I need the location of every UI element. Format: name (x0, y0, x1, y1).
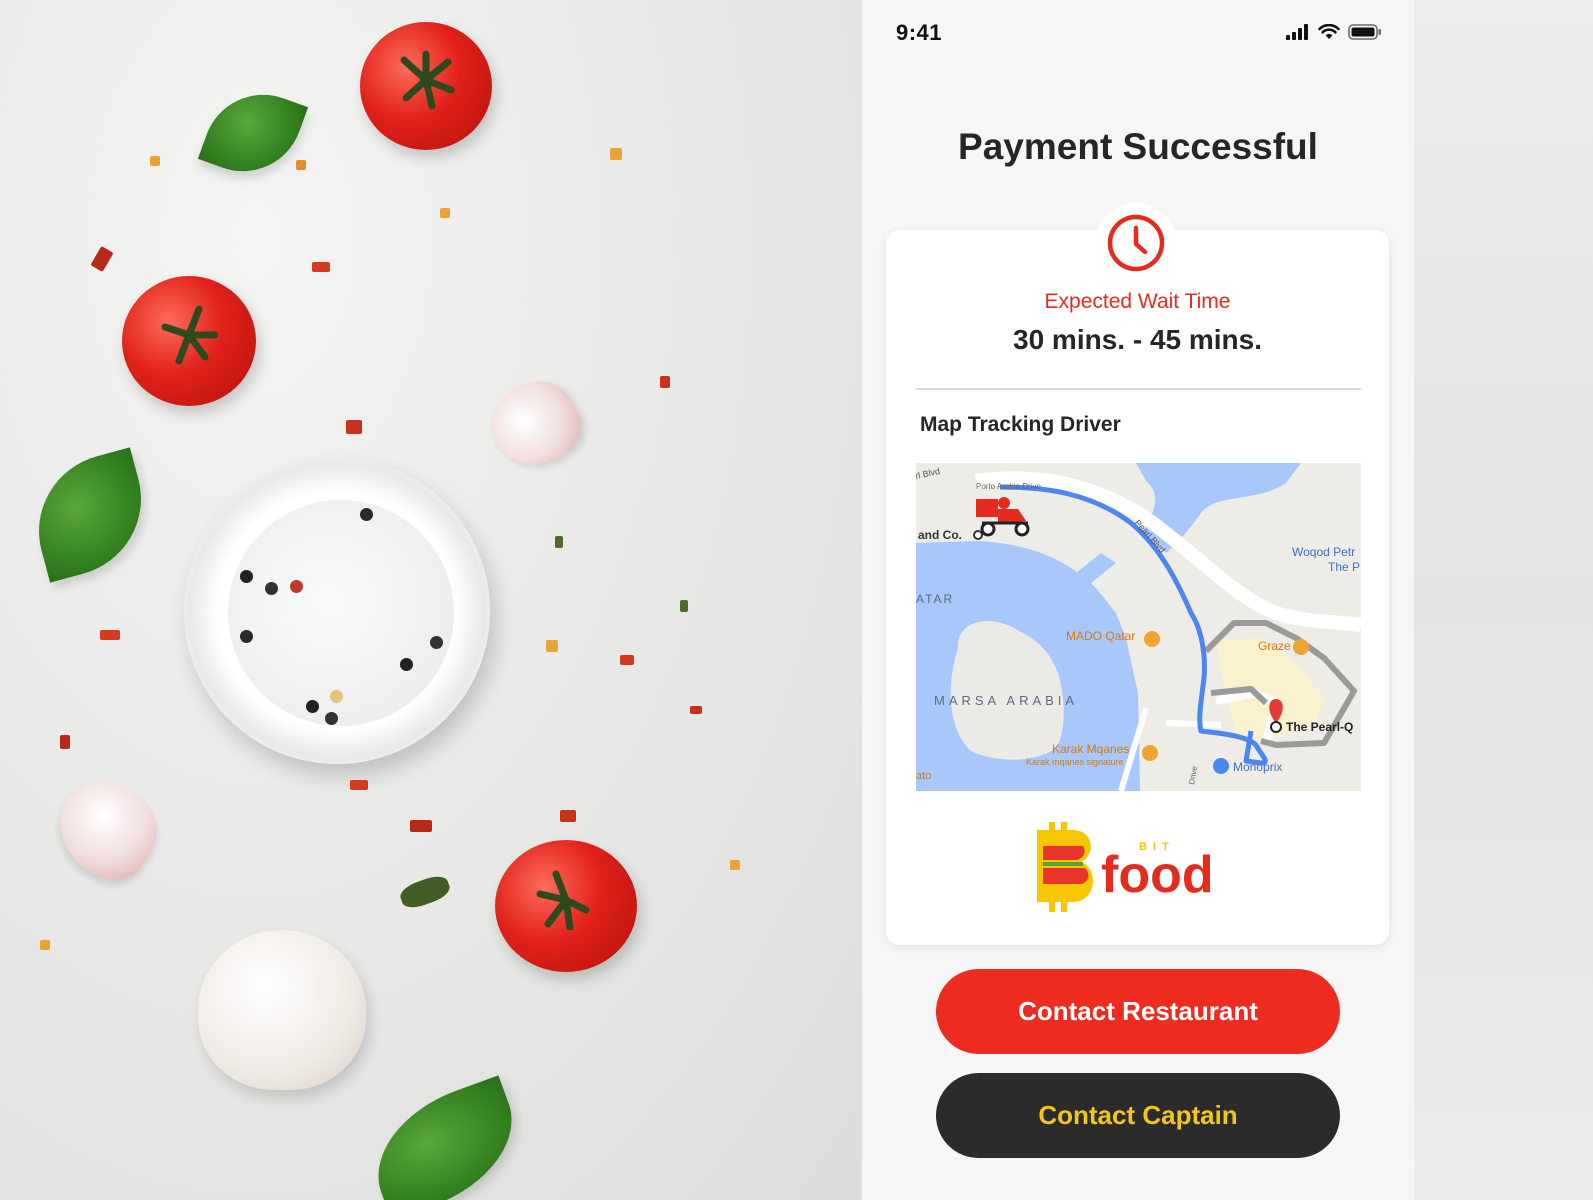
spice-flake (350, 780, 368, 790)
spice-flake (397, 872, 453, 912)
driver-tracking-map[interactable]: rl Blvd Porto Arabia Drive Pearl Blvd an… (916, 463, 1361, 791)
map-label: ATAR (916, 592, 954, 606)
map-label: MADO Qatar (1066, 629, 1135, 643)
contact-captain-button[interactable]: Contact Captain (936, 1073, 1340, 1158)
tomato-image (360, 22, 492, 150)
spice-flake (150, 156, 160, 166)
map-label: ato (916, 770, 931, 782)
map-label: Woqod Petr (1292, 545, 1355, 559)
garlic-clove-image (477, 367, 593, 481)
spice-flake (410, 820, 432, 832)
signal-icon (1286, 24, 1308, 40)
spice-flake (90, 245, 114, 273)
tomato-image (495, 840, 637, 972)
spice-flake (560, 810, 576, 822)
peppercorn (240, 570, 253, 583)
map-label: Karak Mqanes (1052, 742, 1129, 756)
map-label: Karak mqanes signature (1026, 757, 1124, 767)
wifi-icon (1318, 24, 1340, 39)
peppercorn (290, 580, 303, 593)
expected-wait-label: Expected Wait Time (1044, 290, 1231, 313)
status-bar: 9:41 (862, 0, 1414, 70)
spice-flake (660, 376, 670, 388)
garlic-bulb-image (198, 930, 366, 1090)
peppercorn (240, 630, 253, 643)
spice-flake (312, 262, 330, 272)
spice-flake (555, 536, 563, 548)
clock-badge (1096, 203, 1176, 283)
bitfood-logo: BIT food (1031, 820, 1251, 916)
spice-flake (620, 655, 634, 665)
spice-flake (680, 600, 688, 612)
basil-leaf-image (21, 447, 159, 583)
order-status-card: Expected Wait Time 30 mins. - 45 mins. M… (886, 203, 1389, 945)
peppercorn (430, 636, 443, 649)
logo-text: food (1101, 846, 1214, 904)
background-right-strip (1414, 0, 1593, 1200)
status-time: 9:41 (896, 20, 943, 45)
spice-flake (610, 148, 622, 160)
spice-flake (440, 208, 450, 218)
contact-restaurant-button[interactable]: Contact Restaurant (936, 969, 1340, 1054)
spice-flake (690, 706, 702, 714)
spice-flake (60, 735, 70, 749)
status-icons (1286, 24, 1382, 40)
map-section-title: Map Tracking Driver (920, 413, 1121, 436)
spice-flake (40, 940, 50, 950)
background-food-photo (0, 0, 862, 1200)
map-label: Porto Arabia Drive (976, 482, 1041, 491)
map-label: MARSA ARABIA (934, 693, 1078, 708)
divider (916, 388, 1361, 390)
page-title: Payment Successful (958, 126, 1318, 167)
peppercorn (330, 690, 343, 703)
peppercorn (400, 658, 413, 671)
spice-flake (100, 630, 120, 640)
map-label: Monoprix (1233, 760, 1282, 774)
garlic-clove-image (42, 765, 172, 893)
spice-flake (730, 860, 740, 870)
spice-flake (546, 640, 558, 652)
phone-screen: 9:41 Payment Successful Expected Wait Ti… (862, 0, 1414, 1200)
battery-icon (1348, 24, 1381, 40)
expected-wait-value: 30 mins. - 45 mins. (1013, 324, 1262, 355)
map-label: Graze (1258, 639, 1291, 653)
peppercorn (265, 582, 278, 595)
basil-leaf-image (357, 1075, 533, 1200)
spice-flake (296, 160, 306, 170)
map-label: The P (1328, 560, 1360, 574)
map-label: The Pearl-Q (1286, 720, 1353, 734)
map-label: and Co. (918, 528, 962, 542)
basil-leaf-image (197, 77, 309, 189)
peppercorn (360, 508, 373, 521)
tomato-image (122, 276, 256, 406)
spice-flake (346, 420, 362, 434)
peppercorn (325, 712, 338, 725)
clock-icon (1107, 214, 1165, 272)
peppercorn (306, 700, 319, 713)
